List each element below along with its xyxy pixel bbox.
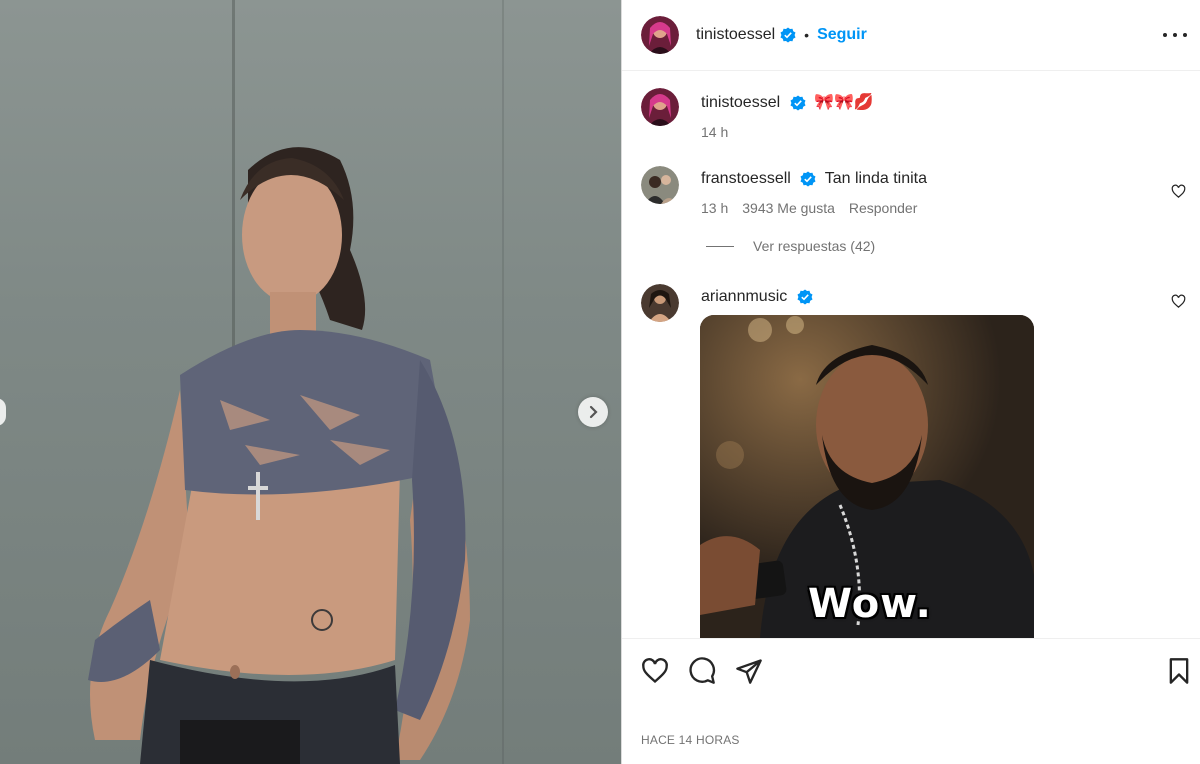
share-icon[interactable]	[735, 657, 763, 685]
commenter-username[interactable]: franstoessell	[701, 170, 791, 187]
post-actions: HACE 14 HORAS	[622, 638, 1200, 764]
view-replies-label: Ver respuestas (42)	[753, 238, 876, 254]
post-photo	[88, 147, 470, 764]
caption-time: 14 h	[701, 124, 729, 140]
comment-text: Tan linda tinita	[824, 170, 928, 187]
commenter-avatar[interactable]	[641, 284, 679, 322]
heart-icon[interactable]	[641, 657, 669, 685]
author-username[interactable]: tinistoessel	[696, 26, 775, 44]
verified-badge-icon	[780, 27, 796, 43]
replies-line	[706, 245, 734, 247]
verified-badge-icon	[797, 289, 813, 305]
verified-badge-icon	[800, 171, 816, 187]
heart-icon[interactable]	[1171, 184, 1186, 199]
post-header: tinistoessel • Seguir	[622, 0, 1200, 71]
chevron-right-icon	[589, 405, 598, 419]
comment-likes[interactable]: 3943 Me gusta	[742, 200, 835, 216]
more-options-icon[interactable]	[1163, 25, 1187, 45]
view-replies-button[interactable]: Ver respuestas (42)	[706, 238, 875, 254]
post-sidebar: tinistoessel • Seguir tinistoessel 🎀🎀💋 1…	[621, 0, 1200, 764]
caption-username[interactable]: tinistoessel	[701, 94, 780, 111]
next-media-button[interactable]	[578, 397, 608, 427]
post-media[interactable]	[0, 0, 621, 764]
separator-dot: •	[804, 27, 810, 43]
comment-icon[interactable]	[688, 657, 716, 685]
post-timestamp[interactable]: HACE 14 HORAS	[641, 733, 740, 747]
author-avatar[interactable]	[641, 16, 679, 54]
comment-time: 13 h	[701, 200, 729, 216]
reply-button[interactable]: Responder	[849, 200, 918, 216]
commenter-avatar[interactable]	[641, 166, 679, 204]
author-avatar[interactable]	[641, 88, 679, 126]
heart-icon[interactable]	[1171, 294, 1186, 309]
follow-button[interactable]: Seguir	[817, 26, 867, 44]
bookmark-icon[interactable]	[1165, 657, 1193, 685]
commenter-username[interactable]: ariannmusic	[701, 288, 787, 305]
verified-badge-icon	[790, 95, 806, 111]
gif-caption: Wow.	[808, 581, 932, 627]
caption-text: 🎀🎀💋	[814, 94, 874, 111]
comment-gif[interactable]: Wow.	[700, 315, 1034, 638]
comments-list[interactable]: tinistoessel 🎀🎀💋 14 h franstoessell Tan …	[622, 72, 1200, 638]
